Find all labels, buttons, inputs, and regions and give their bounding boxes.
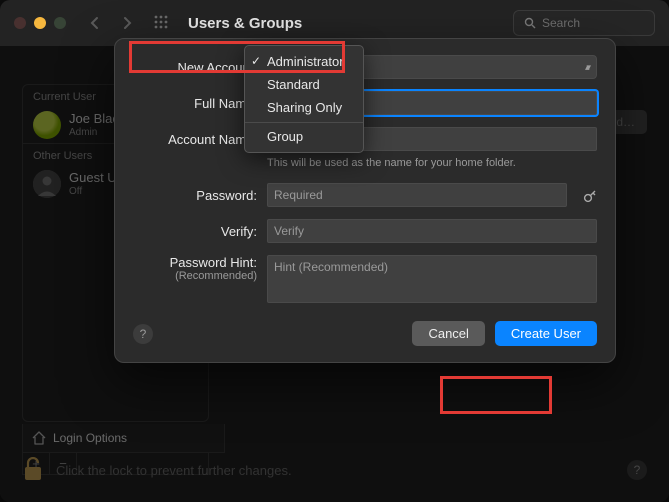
page-title: Users & Groups (188, 15, 302, 32)
home-folder-note: This will be used as the name for your h… (267, 157, 516, 169)
account-type-menu: ✓Administrator Standard Sharing Only Gro… (244, 45, 364, 153)
close-window-dot[interactable] (14, 17, 26, 29)
sheet-footer: ? Cancel Create User (133, 321, 597, 346)
label-account-name: Account Name: (133, 132, 257, 147)
search-field[interactable]: Search (513, 10, 655, 36)
zoom-window-dot[interactable] (54, 17, 66, 29)
sheet-help-button[interactable]: ? (133, 324, 153, 344)
password-field[interactable]: Required (267, 183, 567, 207)
chevron-up-down-icon: ▴▾ (585, 62, 588, 73)
verify-field[interactable]: Verify (267, 219, 597, 243)
check-icon: ✓ (251, 54, 261, 68)
new-account-sheet: New Account: Administrator ▴▾ Full Name:… (114, 38, 616, 363)
label-full-name: Full Name: (133, 96, 257, 111)
label-password: Password: (133, 188, 257, 203)
search-icon (524, 17, 536, 29)
option-administrator[interactable]: ✓Administrator (245, 50, 363, 73)
hint-field[interactable]: Hint (Recommended) (267, 255, 597, 303)
show-all-icon[interactable] (154, 15, 170, 31)
label-new-account: New Account: (133, 60, 257, 75)
option-standard[interactable]: Standard (245, 73, 363, 96)
option-group[interactable]: Group (245, 122, 363, 148)
key-icon[interactable] (583, 187, 597, 203)
preferences-window: Users & Groups Search Password Login Ite… (0, 0, 669, 502)
option-sharing-only[interactable]: Sharing Only (245, 96, 363, 119)
minimize-window-dot[interactable] (34, 17, 46, 29)
label-verify: Verify: (133, 224, 257, 239)
label-hint: Password Hint: (Recommended) (133, 255, 257, 282)
cancel-button[interactable]: Cancel (412, 321, 484, 346)
create-user-button[interactable]: Create User (495, 321, 597, 346)
search-placeholder: Search (542, 16, 580, 30)
back-button[interactable] (90, 16, 112, 30)
forward-button[interactable] (122, 16, 144, 30)
window-controls (14, 17, 66, 29)
